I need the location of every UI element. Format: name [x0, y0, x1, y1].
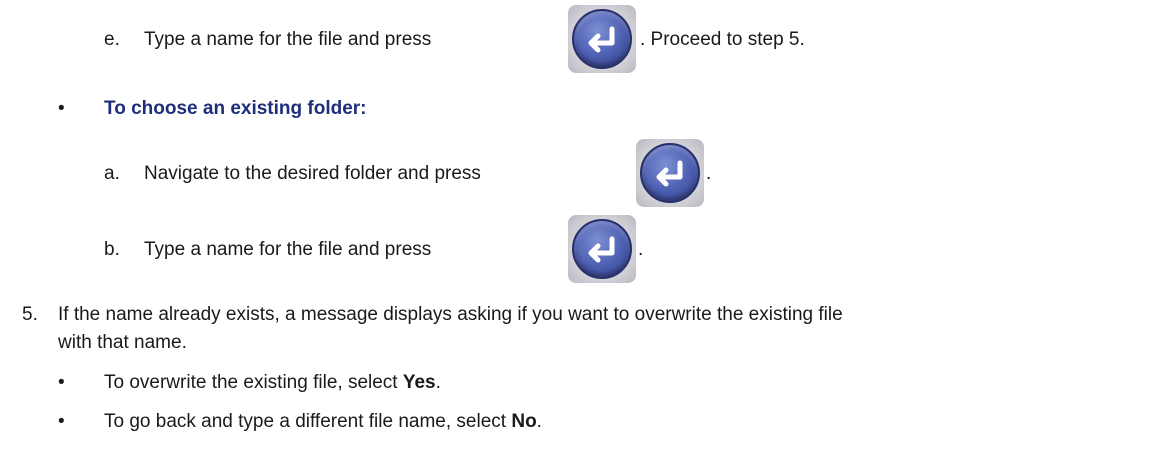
step-a-text: Navigate to the desired folder and press — [144, 163, 481, 184]
step-e-line: e. Type a name for the file and press — [104, 28, 431, 52]
step-b-text: Type a name for the file and press — [144, 239, 432, 260]
overwrite-yes-tail: . — [435, 372, 441, 393]
step-a-marker: a. — [104, 163, 120, 184]
enter-return-icon — [568, 215, 636, 283]
go-back-no-item: • To go back and type a different file n… — [58, 410, 542, 434]
step-b-tail: . — [638, 239, 644, 260]
existing-folder-heading-line: • To choose an existing folder: — [58, 97, 367, 121]
bullet: • — [58, 372, 65, 393]
step-5-line2: with that name. — [58, 332, 187, 353]
go-back-no-tail: . — [536, 411, 542, 432]
enter-return-icon — [636, 139, 704, 207]
step-5-marker: 5. — [22, 304, 38, 325]
step-e-text: Type a name for the file and press — [144, 29, 432, 50]
overwrite-yes-text: To overwrite the existing file, select — [104, 372, 403, 393]
yes-option-label: Yes — [402, 372, 436, 393]
go-back-no-text: To go back and type a different file nam… — [104, 411, 512, 432]
step-b-marker: b. — [104, 239, 120, 260]
step-a-line: a. Navigate to the desired folder and pr… — [104, 162, 481, 186]
step-e-tail: . Proceed to step 5. — [640, 29, 805, 50]
bullet: • — [58, 98, 65, 119]
overwrite-yes-item: • To overwrite the existing file, select… — [58, 371, 441, 395]
existing-folder-heading: To choose an existing folder: — [104, 98, 367, 119]
step-5-line1: 5. If the name already exists, a message… — [22, 303, 843, 327]
step-b-line: b. Type a name for the file and press — [104, 238, 431, 262]
step-e-marker: e. — [104, 29, 120, 50]
bullet: • — [58, 411, 65, 432]
enter-return-icon — [568, 5, 636, 73]
no-option-label: No — [511, 411, 537, 432]
step-5-text-line1: If the name already exists, a message di… — [58, 304, 843, 325]
step-a-tail: . — [706, 163, 712, 184]
